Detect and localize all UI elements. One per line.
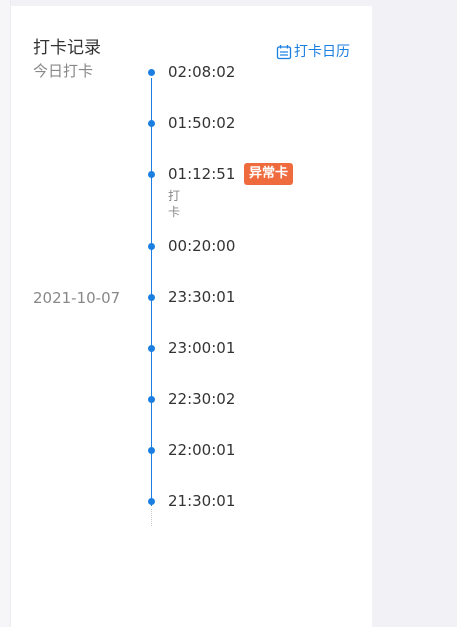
page-title: 打卡记录: [33, 38, 101, 58]
punch-time: 21:30:01: [168, 492, 236, 510]
calendar-link[interactable]: 打卡日历: [276, 43, 350, 61]
punch-time: 23:30:01: [168, 288, 236, 306]
calendar-icon: [276, 44, 292, 60]
punch-time: 01:12:51: [168, 165, 236, 183]
timeline-line: [151, 78, 152, 506]
punch-time: 23:00:01: [168, 339, 236, 357]
date-label-2021-10-07: 2021-10-07: [33, 289, 121, 307]
timeline-dot: [148, 396, 155, 403]
timeline-dot: [148, 447, 155, 454]
timeline-dot: [148, 120, 155, 127]
timeline-dot: [148, 171, 155, 178]
punch-time: 22:30:02: [168, 390, 236, 408]
abnormal-badge: 异常卡: [244, 163, 294, 185]
date-label-today: 今日打卡: [33, 62, 94, 80]
timeline-dot: [148, 243, 155, 250]
punch-time: 02:08:02: [168, 63, 236, 81]
punch-time: 01:50:02: [168, 114, 236, 132]
punch-note: 打卡: [168, 189, 181, 219]
timeline-tail: [151, 509, 153, 526]
punch-time: 22:00:01: [168, 441, 236, 459]
left-panel-edge: [0, 0, 11, 627]
punch-record-card: 打卡记录 打卡日历 今日打卡 2021-10-07 02:08:02 01:50…: [11, 6, 372, 627]
timeline-dot: [148, 69, 155, 76]
timeline-dot: [148, 294, 155, 301]
calendar-link-label: 打卡日历: [294, 44, 350, 60]
punch-time: 00:20:00: [168, 237, 236, 255]
timeline-dot: [148, 345, 155, 352]
timeline-dot: [148, 498, 155, 505]
